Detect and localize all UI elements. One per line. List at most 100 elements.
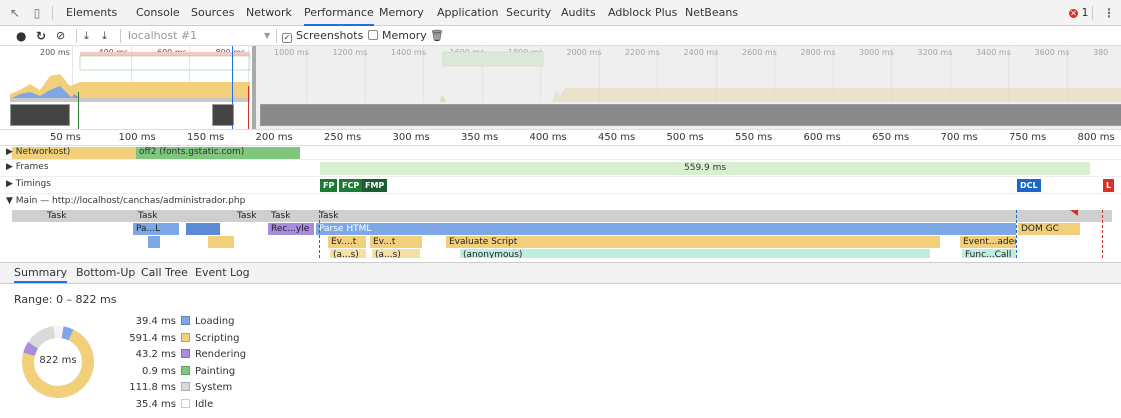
summary-legend: 39.4 ms Loading 591.4 ms Scripting 43.2 ms Re… bbox=[120, 316, 246, 415]
frame-region bbox=[79, 55, 251, 71]
tab-console[interactable]: Console bbox=[136, 0, 180, 26]
fcp-marker[interactable]: FCP bbox=[339, 179, 363, 192]
parse-html-bar[interactable]: Pa...L bbox=[133, 223, 179, 235]
main-track-label[interactable]: ▼ Main — http://localhost/canchas/admini… bbox=[6, 196, 245, 206]
frames-track-label[interactable]: ▶ Frames bbox=[6, 162, 49, 172]
evaluate-script-bar[interactable]: Evaluate Script bbox=[446, 236, 940, 248]
chevron-down-icon[interactable]: ▼ bbox=[264, 29, 270, 43]
ruler-tick-label: 400 ms bbox=[529, 132, 567, 143]
network-track-label[interactable]: ▶ Networkost) bbox=[6, 147, 70, 157]
network-track[interactable]: off2 (fonts.gstatic.com) ▶ Networkost) bbox=[0, 146, 1121, 160]
tab-memory[interactable]: Memory bbox=[379, 0, 424, 26]
legend-label: Scripting bbox=[195, 332, 240, 344]
legend-label: Loading bbox=[195, 316, 235, 327]
dcl-line bbox=[78, 92, 79, 129]
record-icon[interactable]: ● bbox=[16, 29, 26, 43]
ruler-tick-label: 600 ms bbox=[803, 132, 841, 143]
screenshot-strip[interactable] bbox=[260, 104, 1121, 126]
tab-event-log[interactable]: Event Log bbox=[195, 263, 250, 283]
screenshot-thumbnail[interactable] bbox=[212, 104, 234, 126]
error-count: 1 bbox=[1081, 6, 1089, 19]
save-profile-icon[interactable]: ⤓ bbox=[102, 29, 107, 43]
legend-label: Painting bbox=[195, 365, 236, 377]
summary-pie-chart: 822 ms bbox=[13, 317, 103, 407]
main-flamechart[interactable]: Task Task Task Task Task Pa...L Rec...yl… bbox=[0, 210, 1121, 258]
script-bar[interactable] bbox=[148, 236, 160, 248]
legend-label: System bbox=[195, 382, 233, 393]
ruler-tick-label: 50 ms bbox=[50, 132, 81, 143]
load-marker[interactable]: L bbox=[1103, 179, 1115, 192]
anonymous-bar[interactable]: (anonymous) bbox=[460, 249, 930, 258]
screenshot-thumbnail[interactable] bbox=[10, 104, 70, 126]
anonymous-bar[interactable]: (a...s) bbox=[330, 249, 366, 258]
ruler-tick-label: 450 ms bbox=[598, 132, 636, 143]
main-track-header[interactable]: ▼ Main — http://localhost/canchas/admini… bbox=[0, 194, 1121, 210]
ruler-tick-label: 100 ms bbox=[118, 132, 156, 143]
parse-html-bar[interactable]: Parse HTML bbox=[316, 223, 1016, 235]
timings-track[interactable]: FP FCP FMP DCL L ▶ Timings bbox=[0, 177, 1121, 194]
legend-label: Rendering bbox=[195, 349, 247, 360]
memory-toggle[interactable]: Memory bbox=[368, 29, 427, 43]
summary-total: 822 ms bbox=[39, 355, 77, 366]
tab-audits[interactable]: Audits bbox=[561, 0, 596, 26]
evaluate-script-bar[interactable]: Ev....t bbox=[328, 236, 366, 248]
task-label: Task bbox=[237, 211, 257, 221]
more-options-icon[interactable]: ⋮ bbox=[1102, 6, 1116, 20]
tab-application[interactable]: Application bbox=[437, 0, 498, 26]
dcl-marker[interactable]: DCL bbox=[1017, 179, 1041, 192]
range-handle-right[interactable] bbox=[252, 46, 256, 129]
fp-marker[interactable]: FP bbox=[320, 179, 338, 192]
ruler-tick-label: 350 ms bbox=[461, 132, 499, 143]
main-thread-label: Main — http://localhost/canchas/administ… bbox=[15, 196, 246, 206]
evaluate-script-bar[interactable]: Ev...t bbox=[370, 236, 422, 248]
dom-gc-bar[interactable]: DOM GC bbox=[1018, 223, 1080, 235]
anonymous-bar[interactable]: (a...s) bbox=[372, 249, 420, 258]
legend-swatch bbox=[181, 332, 190, 342]
legend-swatch bbox=[181, 382, 190, 391]
separator bbox=[76, 29, 77, 43]
tab-bottom-up[interactable]: Bottom-Up bbox=[76, 263, 135, 283]
event-loaded-bar[interactable]: Event...aded bbox=[960, 236, 1016, 248]
legend-item: 43.2 ms Rendering bbox=[120, 349, 246, 366]
recording-target-select[interactable]: localhost #1 bbox=[128, 29, 197, 43]
load-profile-icon[interactable]: ⤓ bbox=[84, 29, 89, 43]
legend-label: Idle bbox=[195, 398, 214, 410]
fp-line bbox=[319, 210, 321, 258]
script-bar[interactable] bbox=[208, 236, 234, 248]
summary-range: Range: 0 – 822 ms bbox=[14, 293, 117, 306]
timings-label: Timings bbox=[15, 179, 51, 189]
tab-netbeans[interactable]: NetBeans bbox=[685, 0, 738, 26]
tab-summary[interactable]: Summary bbox=[14, 263, 68, 283]
ruler-tick-label: 550 ms bbox=[735, 132, 773, 143]
network-request-bar[interactable]: off2 (fonts.gstatic.com) bbox=[136, 147, 300, 159]
timeline-overview[interactable]: 200 ms400 ms600 ms800 ms1000 ms1200 ms14… bbox=[0, 46, 1121, 130]
ruler-tick-label: 300 ms bbox=[392, 132, 430, 143]
legend-value: 39.4 ms bbox=[135, 316, 176, 327]
legend-value: 591.4 ms bbox=[129, 332, 176, 344]
tab-adblock-plus[interactable]: Adblock Plus bbox=[608, 0, 677, 26]
ruler-tick-label: 500 ms bbox=[666, 132, 704, 143]
frames-track[interactable]: 559.9 ms ▶ Frames bbox=[0, 160, 1121, 177]
recalc-style-bar[interactable]: Rec...yle bbox=[268, 223, 314, 235]
tab-security[interactable]: Security bbox=[506, 0, 551, 26]
tab-elements[interactable]: Elements bbox=[66, 0, 117, 26]
reload-icon[interactable]: ↻ bbox=[36, 29, 46, 43]
legend-value: 35.4 ms bbox=[135, 398, 176, 410]
clear-icon[interactable]: ⊘ bbox=[56, 29, 65, 43]
function-call-bar[interactable]: Func...Call bbox=[962, 249, 1016, 258]
tab-call-tree[interactable]: Call Tree bbox=[141, 263, 188, 283]
device-toolbar-icon[interactable]: ▯ bbox=[30, 6, 44, 20]
timings-track-label[interactable]: ▶ Timings bbox=[6, 179, 51, 189]
collect-garbage-icon[interactable]: 🗑 bbox=[430, 29, 444, 43]
fmp-marker[interactable]: FMP bbox=[362, 179, 388, 192]
checkbox-checked-icon: ✓ bbox=[282, 33, 292, 43]
task-bar[interactable] bbox=[12, 210, 1112, 222]
screenshots-toggle[interactable]: ✓ Screenshots bbox=[282, 29, 363, 43]
tab-performance[interactable]: Performance bbox=[304, 0, 374, 26]
parse-html-bar[interactable] bbox=[186, 223, 220, 235]
tab-network[interactable]: Network bbox=[246, 0, 292, 26]
error-counter[interactable]: ✕ 1 bbox=[1069, 6, 1089, 20]
task-label: Task bbox=[271, 211, 291, 221]
tab-sources[interactable]: Sources bbox=[191, 0, 235, 26]
inspect-element-icon[interactable]: ↖ bbox=[8, 6, 22, 20]
